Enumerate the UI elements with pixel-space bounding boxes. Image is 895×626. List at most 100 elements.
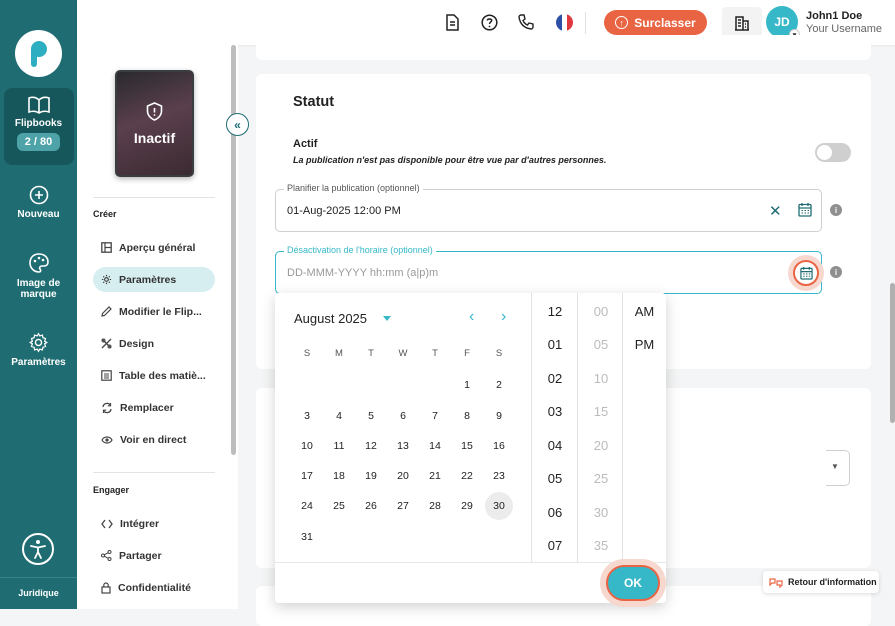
menu-item-settings[interactable]: Paramètres bbox=[93, 267, 215, 292]
info-icon[interactable]: i bbox=[830, 204, 842, 216]
menu-item-privacy[interactable]: Confidentialité bbox=[93, 575, 215, 600]
calendar-day[interactable]: 19 bbox=[357, 462, 385, 490]
rail-item-new[interactable]: Nouveau bbox=[0, 185, 77, 220]
upgrade-button[interactable]: ↑ Surclasser bbox=[604, 10, 707, 35]
pm-option[interactable]: PM bbox=[623, 337, 666, 352]
picker-month-label[interactable]: August 2025 bbox=[294, 311, 367, 326]
calendar-day[interactable]: 22 bbox=[453, 462, 481, 490]
menu-item-overview[interactable]: Aperçu général bbox=[93, 235, 215, 260]
calendar-day[interactable]: 6 bbox=[389, 402, 417, 430]
calendar-day[interactable]: 30 bbox=[485, 492, 513, 520]
deactivation-schedule-field[interactable]: Désactivation de l'horaire (optionnel) D… bbox=[275, 245, 824, 294]
hour-option[interactable]: 07 bbox=[532, 538, 578, 553]
help-icon[interactable] bbox=[480, 13, 498, 31]
calendar-day[interactable]: 14 bbox=[421, 432, 449, 460]
calendar-day[interactable]: 24 bbox=[293, 492, 321, 520]
menu-item-view-live[interactable]: Voir en direct bbox=[93, 427, 215, 452]
hour-option[interactable]: 01 bbox=[532, 337, 578, 352]
calendar-day[interactable]: 4 bbox=[325, 402, 353, 430]
calendar-day[interactable]: 1 bbox=[453, 371, 481, 399]
menu-item-replace[interactable]: Remplacer bbox=[93, 395, 215, 420]
calendar-day[interactable]: 28 bbox=[421, 492, 449, 520]
minute-column[interactable]: 00 05 10 15 20 25 30 35 bbox=[577, 293, 623, 562]
minute-option[interactable]: 10 bbox=[578, 371, 624, 386]
actif-toggle[interactable] bbox=[815, 143, 851, 162]
menu-item-embed[interactable]: Intégrer bbox=[93, 511, 215, 536]
calendar-icon[interactable] bbox=[798, 202, 812, 217]
calendar-day[interactable]: 26 bbox=[357, 492, 385, 520]
minute-option[interactable]: 00 bbox=[578, 304, 624, 319]
minute-option[interactable]: 20 bbox=[578, 438, 624, 453]
minute-option[interactable]: 35 bbox=[578, 538, 624, 553]
calendar-day[interactable]: 7 bbox=[421, 402, 449, 430]
calendar-day[interactable]: 10 bbox=[293, 432, 321, 460]
menu-item-design[interactable]: Design bbox=[93, 331, 215, 356]
hour-option[interactable]: 12 bbox=[532, 304, 578, 319]
language-flag-icon[interactable] bbox=[556, 14, 573, 31]
caret-down-icon[interactable] bbox=[383, 316, 391, 321]
minute-option[interactable]: 25 bbox=[578, 471, 624, 486]
calendar-day[interactable]: 15 bbox=[453, 432, 481, 460]
menu-item-label: Confidentialité bbox=[118, 581, 191, 594]
calendar-day[interactable]: 20 bbox=[389, 462, 417, 490]
ok-button[interactable]: OK bbox=[606, 565, 660, 601]
calendar-day[interactable]: 11 bbox=[325, 432, 353, 460]
calendar-day[interactable]: 3 bbox=[293, 402, 321, 430]
calendar-day[interactable]: 2 bbox=[485, 371, 513, 399]
hour-option[interactable]: 05 bbox=[532, 471, 578, 486]
legal-link[interactable]: Juridique bbox=[0, 577, 77, 609]
phone-icon[interactable] bbox=[517, 13, 535, 31]
document-icon[interactable] bbox=[443, 13, 461, 31]
user-avatar[interactable]: JD ▾ bbox=[766, 6, 800, 40]
rail-item-settings[interactable]: Paramètres bbox=[0, 332, 77, 368]
calendar-day[interactable]: 9 bbox=[485, 402, 513, 430]
hour-option[interactable]: 04 bbox=[532, 438, 578, 453]
calendar-day[interactable]: 29 bbox=[453, 492, 481, 520]
rail-item-brand[interactable]: Image de marque bbox=[0, 252, 77, 300]
hour-option[interactable]: 02 bbox=[532, 371, 578, 386]
calendar-day[interactable]: 16 bbox=[485, 432, 513, 460]
feedback-button[interactable]: Retour d'information bbox=[763, 571, 879, 593]
calendar-day[interactable]: 23 bbox=[485, 462, 513, 490]
panel-scrollbar[interactable] bbox=[231, 45, 236, 455]
chevron-right-icon[interactable]: › bbox=[501, 308, 506, 326]
dropdown-select[interactable] bbox=[826, 450, 850, 486]
calendar-day[interactable]: 31 bbox=[293, 523, 321, 551]
am-option[interactable]: AM bbox=[623, 304, 666, 319]
menu-item-edit-flipbook[interactable]: Modifier le Flip... bbox=[93, 299, 215, 324]
hour-option[interactable]: 06 bbox=[532, 505, 578, 520]
calendar-day[interactable]: 18 bbox=[325, 462, 353, 490]
hour-column[interactable]: 12 01 02 03 04 05 06 07 bbox=[531, 293, 577, 562]
minute-option[interactable]: 05 bbox=[578, 337, 624, 352]
info-icon[interactable]: i bbox=[830, 266, 842, 278]
collapse-panel-button[interactable]: « bbox=[226, 113, 249, 136]
minute-option[interactable]: 15 bbox=[578, 404, 624, 419]
plus-circle-icon bbox=[29, 185, 48, 205]
accessibility-button[interactable] bbox=[22, 533, 54, 565]
minute-option[interactable]: 30 bbox=[578, 505, 624, 520]
menu-item-label: Table des matiè... bbox=[119, 369, 206, 382]
app-logo[interactable] bbox=[15, 30, 62, 77]
calendar-day[interactable]: 8 bbox=[453, 402, 481, 430]
calendar-day[interactable]: 5 bbox=[357, 402, 385, 430]
gear-icon bbox=[101, 274, 112, 285]
organization-button[interactable] bbox=[722, 7, 762, 38]
calendar-day[interactable]: 27 bbox=[389, 492, 417, 520]
calendar-day[interactable]: 12 bbox=[357, 432, 385, 460]
hour-option[interactable]: 03 bbox=[532, 404, 578, 419]
building-icon bbox=[735, 15, 749, 31]
rail-item-flipbooks[interactable]: Flipbooks 2 / 80 bbox=[0, 96, 77, 151]
calendar-day[interactable]: 25 bbox=[325, 492, 353, 520]
meridiem-column[interactable]: AM PM bbox=[622, 293, 666, 562]
menu-item-toc[interactable]: Table des matiè... bbox=[93, 363, 215, 388]
menu-item-share[interactable]: Partager bbox=[93, 543, 215, 568]
page-scrollbar[interactable] bbox=[890, 283, 895, 423]
calendar-day[interactable]: 13 bbox=[389, 432, 417, 460]
chevron-left-icon[interactable]: ‹ bbox=[469, 308, 474, 326]
calendar-day[interactable]: 21 bbox=[421, 462, 449, 490]
publication-thumbnail[interactable]: Inactif bbox=[115, 70, 194, 177]
calendar-day[interactable]: 17 bbox=[293, 462, 321, 490]
calendar-button-highlight[interactable] bbox=[788, 255, 824, 291]
schedule-publication-field[interactable]: Planifier la publication (optionnel) 01-… bbox=[275, 183, 822, 232]
clear-icon[interactable]: ✕ bbox=[769, 202, 782, 220]
